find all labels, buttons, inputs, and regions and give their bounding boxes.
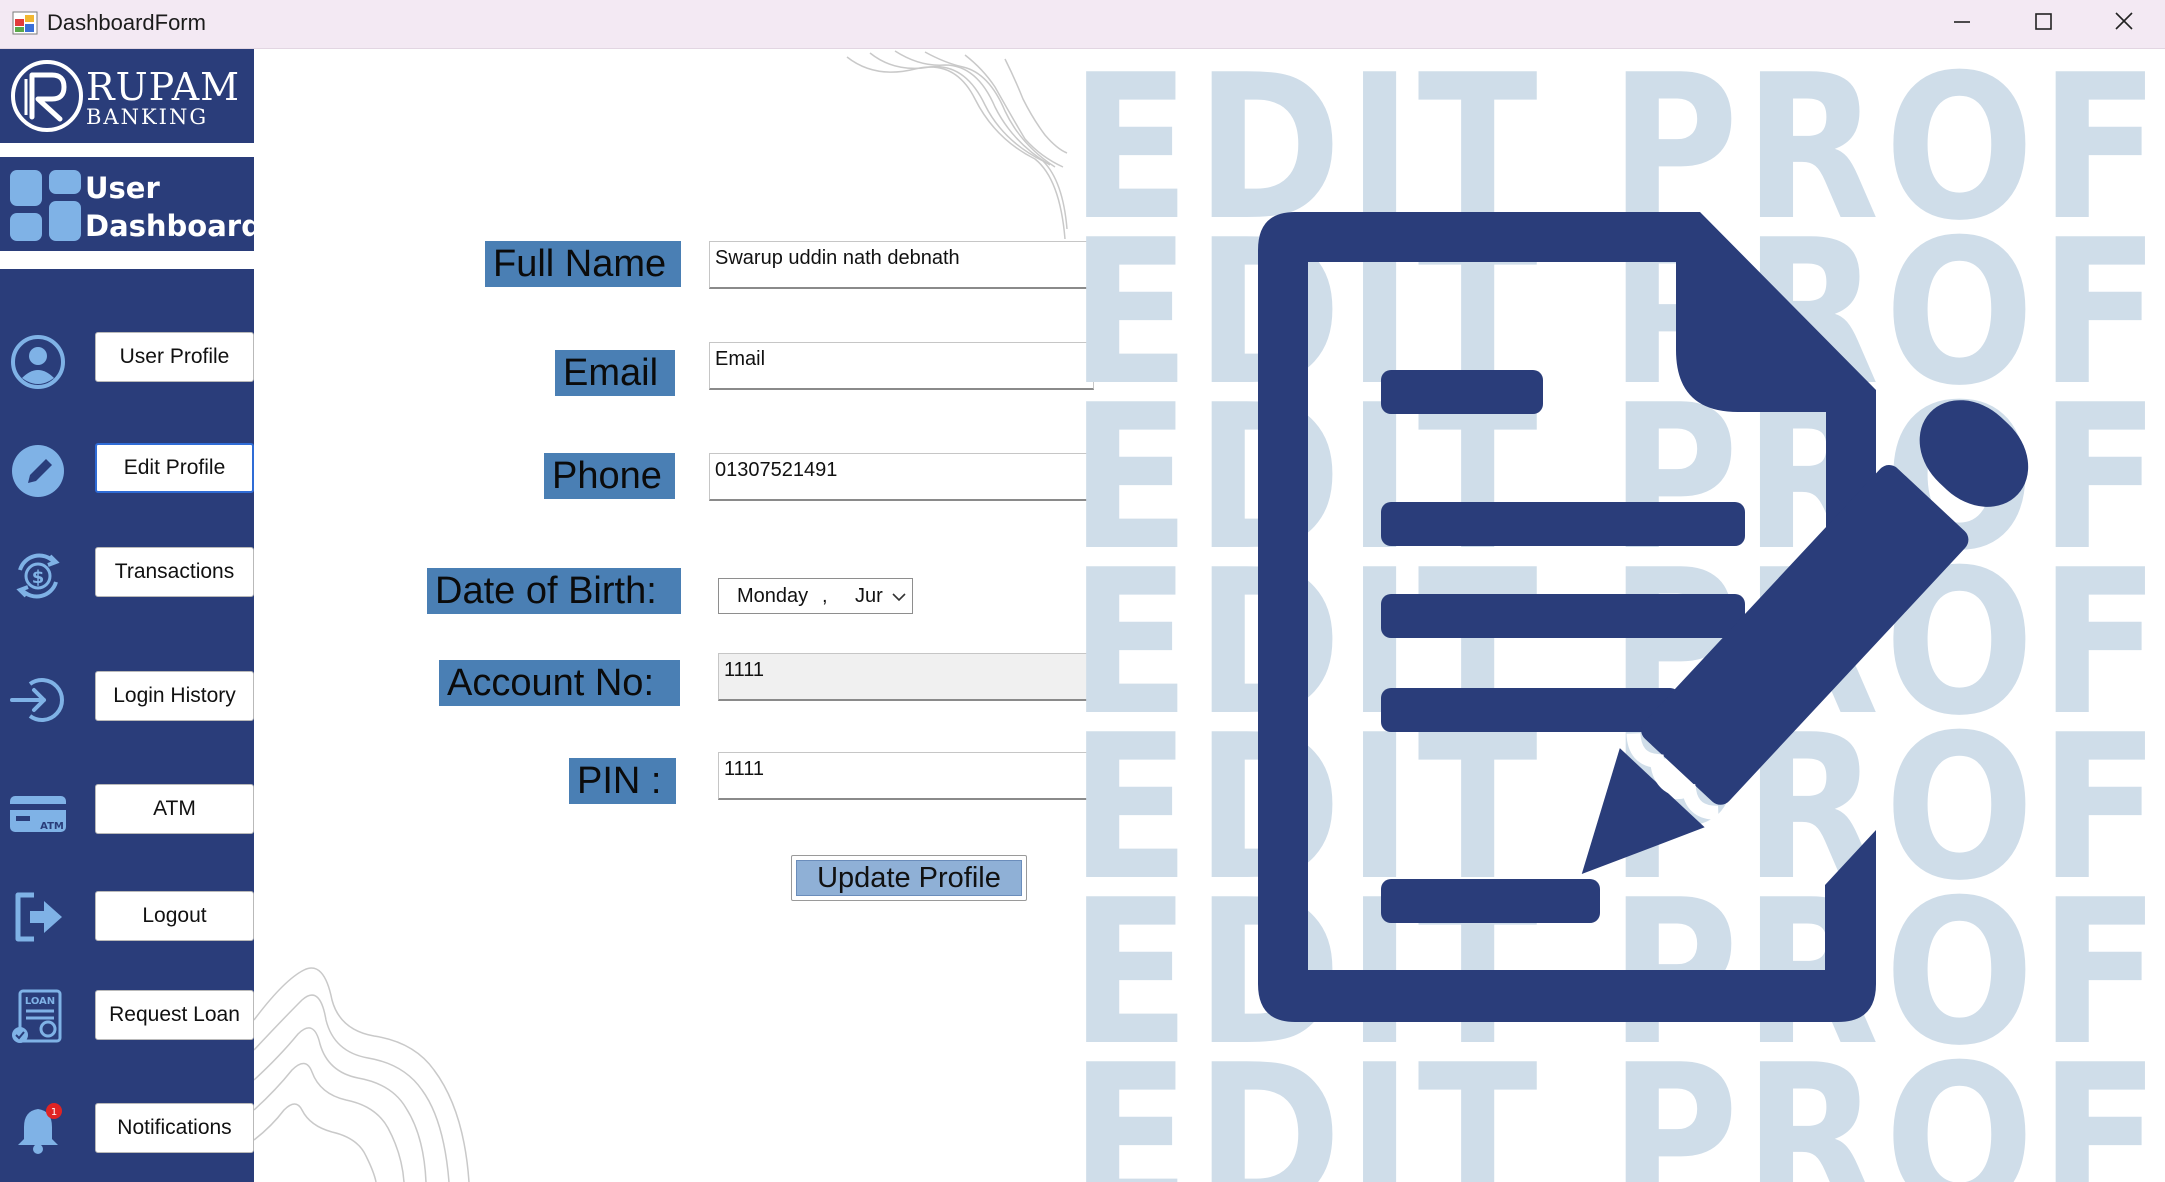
dashboard-grid-icon xyxy=(10,170,81,241)
dashboard-title-line1: User xyxy=(85,171,160,205)
full-name-label: Full Name xyxy=(485,241,681,287)
brand-logo: RUPAM BANKING xyxy=(0,49,254,143)
phone-label: Phone xyxy=(544,453,675,499)
dob-month: Jur xyxy=(855,585,883,607)
svg-text:LOAN: LOAN xyxy=(25,996,55,1007)
dollar-cycle-icon: $ xyxy=(16,553,60,599)
brand-subtitle: BANKING xyxy=(86,105,209,129)
user-icon xyxy=(11,335,65,389)
close-button[interactable] xyxy=(2085,0,2165,45)
edit-document-icon xyxy=(1258,212,2029,1022)
sidebar-item-transactions[interactable]: Transactions xyxy=(95,547,254,597)
email-input[interactable]: Email xyxy=(709,342,1094,390)
app-icon xyxy=(12,11,38,35)
sidebar-divider xyxy=(0,251,254,269)
sidebar-item-edit-profile[interactable]: Edit Profile xyxy=(95,443,254,493)
svg-text:$: $ xyxy=(32,567,45,588)
topo-lines-decoration-bottom xyxy=(254,967,470,1182)
sidebar-item-atm[interactable]: ATM xyxy=(95,784,254,834)
date-of-birth-label: Date of Birth: xyxy=(427,568,681,614)
update-profile-button[interactable]: Update Profile xyxy=(791,855,1027,901)
notification-badge: 1 xyxy=(51,1107,57,1118)
sidebar-item-notifications[interactable]: Notifications xyxy=(95,1103,254,1153)
phone-input[interactable]: 01307521491 xyxy=(709,453,1094,501)
dashboard-title-line2: Dashboard xyxy=(85,209,262,243)
chevron-down-icon xyxy=(892,593,906,602)
email-label: Email xyxy=(555,350,675,396)
sidebar-item-user-profile[interactable]: User Profile xyxy=(95,332,254,382)
update-profile-label: Update Profile xyxy=(796,860,1022,896)
sidebar-item-logout[interactable]: Logout xyxy=(95,891,254,941)
svg-text:ATM: ATM xyxy=(40,821,64,832)
maximize-button[interactable] xyxy=(2005,0,2085,45)
loan-document-icon: LOAN xyxy=(12,989,62,1043)
sidebar: RUPAM BANKING User Dashboard User Profil… xyxy=(0,49,262,1182)
dob-separator: , xyxy=(822,585,828,607)
pin-label: PIN : xyxy=(569,758,676,804)
sidebar-divider xyxy=(0,143,254,157)
brand-name: RUPAM xyxy=(86,65,241,109)
pencil-icon xyxy=(12,445,64,497)
minimize-button[interactable] xyxy=(1924,0,2004,45)
sidebar-item-login-history[interactable]: Login History xyxy=(95,671,254,721)
login-icon xyxy=(10,678,64,722)
sidebar-item-request-loan[interactable]: Request Loan xyxy=(95,990,254,1040)
edit-profile-illustration: EDIT PROFILE EDIT PROFILE EDIT PROFILE E… xyxy=(1070,49,2165,1182)
date-of-birth-picker[interactable]: Monday , Jur xyxy=(718,578,913,614)
window-title: DashboardForm xyxy=(47,10,206,35)
logout-icon xyxy=(15,892,62,942)
full-name-input[interactable]: Swarup uddin nath debnath xyxy=(709,241,1094,289)
rupam-logo-icon xyxy=(11,60,83,132)
topo-lines-decoration-top xyxy=(846,50,1068,240)
dashboard-header: User Dashboard xyxy=(0,157,262,251)
atm-card-icon: ATM xyxy=(10,796,66,832)
account-number-label: Account No: xyxy=(439,660,680,706)
pin-input[interactable]: 1111 xyxy=(718,752,1103,800)
account-number-input: 1111 xyxy=(718,653,1103,701)
bell-icon: 1 xyxy=(18,1103,62,1154)
minimize-icon xyxy=(1954,21,1970,23)
close-icon xyxy=(2115,12,2133,30)
title-bar: DashboardForm xyxy=(0,0,2165,49)
maximize-icon xyxy=(2035,13,2052,30)
dob-day: Monday xyxy=(737,585,809,607)
